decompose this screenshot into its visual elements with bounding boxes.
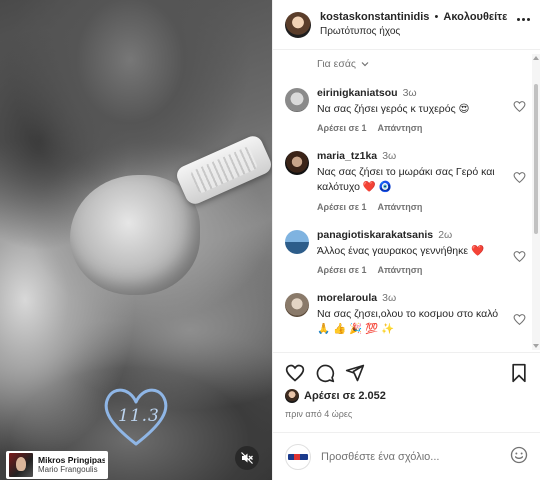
emoji-button[interactable]	[510, 446, 528, 467]
reply-button[interactable]: Απάντηση	[378, 264, 423, 277]
comment-item: panagiotiskarakatsanis 2ω Άλλος ένας γαυ…	[273, 228, 540, 277]
comment-item: eirinigkaniatsou 3ω Να σας ζήσει γερός κ…	[273, 86, 540, 135]
scrollbar-thumb[interactable]	[534, 84, 538, 234]
song-title: Mikros Pringipas	[38, 455, 105, 465]
bookmark-icon	[512, 363, 526, 382]
comment-text: Να σας ζησει,ολου το κοσμου στο καλό 🙏 👍…	[317, 307, 499, 335]
save-button[interactable]	[510, 363, 528, 383]
comment-like-icon[interactable]	[513, 313, 526, 326]
comment-bubble-icon	[316, 364, 335, 382]
comment-like-count[interactable]: Αρέσει σε 1	[317, 201, 367, 214]
comment-item: morelaroula 3ω Να σας ζησει,ολου το κοσμ…	[273, 291, 540, 337]
likes-count[interactable]: Αρέσει σε 2.052	[304, 390, 386, 402]
comment-like-icon[interactable]	[513, 100, 526, 113]
scroll-up-arrow-icon[interactable]	[533, 56, 539, 60]
comment-time[interactable]: 3ω	[382, 150, 396, 162]
comment-button[interactable]	[315, 363, 335, 383]
for-you-label: Για εσάς	[317, 58, 356, 70]
post-details-panel: kostaskonstantinidis • Ακολουθείτε Πρωτό…	[272, 0, 540, 480]
reel-video[interactable]: 11.3 Mikros Pringipas Mario Frangoulis	[0, 0, 272, 480]
comment-time[interactable]: 3ω	[382, 292, 396, 304]
liker-avatar	[285, 389, 299, 403]
original-audio-link[interactable]: Πρωτότυπος ήχος	[320, 25, 507, 39]
commenter-avatar[interactable]	[285, 292, 309, 317]
scroll-down-arrow-icon[interactable]	[533, 344, 539, 348]
music-attribution[interactable]: Mikros Pringipas Mario Frangoulis	[6, 451, 108, 479]
more-options-icon[interactable]	[517, 18, 530, 21]
comment-text: Άλλος ένας γαυρακος γεννήθηκε ❤️	[317, 244, 485, 257]
for-you-filter[interactable]: Για εσάς	[273, 50, 540, 78]
comment-item: maria_tz1ka 3ω Νας σας ζήσει το μωράκι σ…	[273, 149, 540, 213]
heart-date-text: 11.3	[118, 406, 160, 426]
comments-list[interactable]: eirinigkaniatsou 3ω Να σας ζήσει γερός κ…	[273, 78, 540, 348]
author-avatar[interactable]	[285, 11, 311, 38]
commenter-username[interactable]: panagiotiskarakatsanis	[317, 229, 433, 241]
chevron-down-icon	[361, 62, 369, 67]
separator-dot: •	[434, 11, 439, 24]
comment-time[interactable]: 2ω	[438, 229, 452, 241]
hospital-bracelet-image	[173, 133, 272, 207]
comment-text: Να σας ζήσει γερός κ τυχερός 😍	[317, 102, 470, 115]
comment-time[interactable]: 3ω	[403, 87, 417, 99]
heart-outline-icon	[285, 364, 305, 382]
commenter-username[interactable]: morelaroula	[317, 292, 377, 304]
share-button[interactable]	[345, 363, 365, 383]
comment-like-icon[interactable]	[513, 250, 526, 263]
reply-button[interactable]: Απάντηση	[378, 122, 423, 135]
baby-hand-image	[70, 175, 200, 295]
commenter-avatar[interactable]	[285, 88, 309, 112]
mute-button[interactable]	[235, 446, 259, 470]
reply-button[interactable]: Απάντηση	[378, 201, 423, 214]
commenter-avatar[interactable]	[285, 229, 309, 254]
comment-text: Νας σας ζήσει το μωράκι σας Γερό και καλ…	[317, 166, 495, 194]
comment-input[interactable]	[321, 450, 481, 463]
add-comment-bar	[273, 432, 540, 480]
commenter-avatar[interactable]	[285, 151, 309, 176]
comment-like-icon[interactable]	[513, 171, 526, 184]
comment-like-count[interactable]: Αρέσει σε 1	[317, 264, 367, 277]
following-button[interactable]: Ακολουθείτε	[443, 11, 507, 23]
author-username[interactable]: kostaskonstantinidis	[320, 11, 429, 23]
smiley-icon	[510, 446, 528, 464]
commenter-username[interactable]: eirinigkaniatsou	[317, 87, 398, 99]
speaker-muted-icon	[241, 452, 253, 464]
paper-plane-icon	[345, 364, 365, 381]
album-cover	[9, 453, 33, 477]
likes-summary[interactable]: Αρέσει σε 2.052	[285, 389, 386, 403]
current-user-avatar	[285, 443, 311, 470]
song-artist: Mario Frangoulis	[38, 465, 98, 475]
like-button[interactable]	[285, 363, 305, 383]
comments-scrollbar[interactable]	[532, 54, 540, 350]
post-action-bar	[273, 352, 540, 392]
commenter-username[interactable]: maria_tz1ka	[317, 150, 377, 162]
post-timestamp[interactable]: πριν από 4 ώρες	[285, 409, 352, 419]
comment-like-count[interactable]: Αρέσει σε 1	[317, 122, 367, 135]
post-header: kostaskonstantinidis • Ακολουθείτε Πρωτό…	[273, 0, 540, 50]
